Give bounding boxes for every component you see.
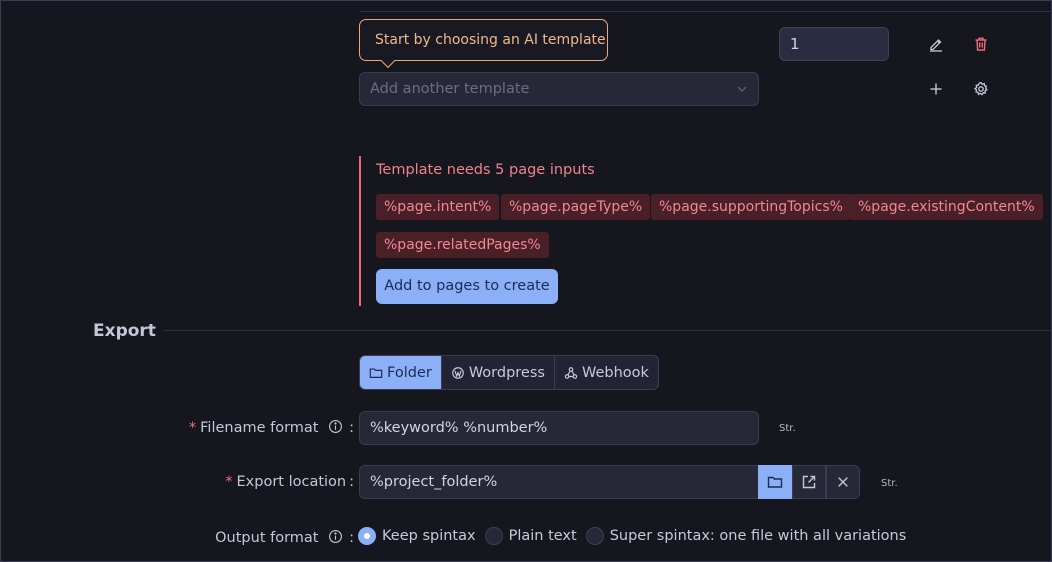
page-input-tag: %page.existingContent% <box>850 194 1043 220</box>
edit-button[interactable] <box>924 32 948 56</box>
template-tooltip: Start by choosing an AI template <box>359 19 608 61</box>
add-template-button[interactable] <box>924 77 948 101</box>
output-format-label: Output format : <box>215 529 354 546</box>
tab-folder-label: Folder <box>387 364 432 381</box>
radio-label: Super spintax: one file with all variati… <box>609 528 907 544</box>
tab-wordpress[interactable]: Wordpress <box>442 356 555 389</box>
radio-label: Keep spintax <box>382 528 476 544</box>
radio-plain-text[interactable]: Plain text <box>484 527 577 545</box>
close-icon <box>838 477 848 487</box>
radio-keep-spintax[interactable]: Keep spintax <box>358 527 476 545</box>
label-colon: : <box>349 474 354 490</box>
export-section-title: Export <box>93 321 156 341</box>
template-select[interactable]: Add another template <box>359 72 759 106</box>
page-input-tag: %page.supportingTopics% <box>651 194 851 220</box>
browse-folder-button[interactable] <box>758 465 792 499</box>
radio-super-spintax[interactable]: Super spintax: one file with all variati… <box>585 527 907 545</box>
filename-label-text: Filename format <box>200 420 319 436</box>
filename-format-input[interactable]: %keyword% %number% <box>359 411 759 445</box>
output-label-text: Output format <box>215 530 319 546</box>
pencil-icon <box>930 39 942 52</box>
template-count-input[interactable]: 1 <box>779 27 889 61</box>
warning-title: Template needs 5 page inputs <box>376 162 595 178</box>
output-format-radios: Keep spintax Plain text Super spintax: o… <box>358 527 915 545</box>
top-divider <box>359 11 1052 12</box>
radio-dot <box>484 527 503 545</box>
info-icon[interactable] <box>328 529 343 544</box>
label-colon: : <box>349 530 354 546</box>
section-divider <box>163 330 1052 331</box>
str-toggle[interactable]: Str. <box>881 478 898 489</box>
radio-label: Plain text <box>508 528 577 544</box>
open-location-button[interactable] <box>792 465 826 499</box>
radio-dot <box>585 527 604 545</box>
delete-button[interactable] <box>969 32 993 56</box>
plus-icon <box>930 83 942 95</box>
template-settings-button[interactable] <box>969 77 993 101</box>
page-input-tag: %page.relatedPages% <box>376 232 549 258</box>
export-type-tabs: Folder Wordpress Webhook <box>359 355 659 390</box>
export-location-input[interactable]: %project_folder% <box>359 465 759 499</box>
gear-icon <box>973 81 988 96</box>
label-colon: : <box>349 420 354 436</box>
required-marker: * <box>225 474 233 490</box>
wordpress-icon <box>451 366 464 379</box>
folder-icon <box>767 476 783 488</box>
tab-webhook[interactable]: Webhook <box>555 356 658 389</box>
tab-wordpress-label: Wordpress <box>468 364 545 381</box>
tab-webhook-label: Webhook <box>581 364 649 381</box>
page-input-tag: %page.intent% <box>376 194 500 220</box>
export-location-label: * Export location: <box>225 474 354 490</box>
folder-icon <box>369 367 383 378</box>
template-select-placeholder: Add another template <box>370 81 530 97</box>
add-to-pages-button[interactable]: Add to pages to create <box>376 269 558 304</box>
info-icon[interactable] <box>328 419 343 434</box>
clear-location-button[interactable] <box>826 465 860 499</box>
chevron-down-icon <box>737 86 747 92</box>
radio-dot <box>358 527 376 545</box>
page-input-tag: %page.pageType% <box>501 194 651 220</box>
tab-folder[interactable]: Folder <box>360 356 442 389</box>
webhook-icon <box>564 366 578 379</box>
str-toggle[interactable]: Str. <box>779 423 796 434</box>
filename-format-label: * Filename format : <box>189 419 354 436</box>
required-marker: * <box>188 420 197 436</box>
trash-icon <box>975 37 987 51</box>
location-label-text: Export location <box>236 474 347 490</box>
external-link-icon <box>802 475 816 489</box>
